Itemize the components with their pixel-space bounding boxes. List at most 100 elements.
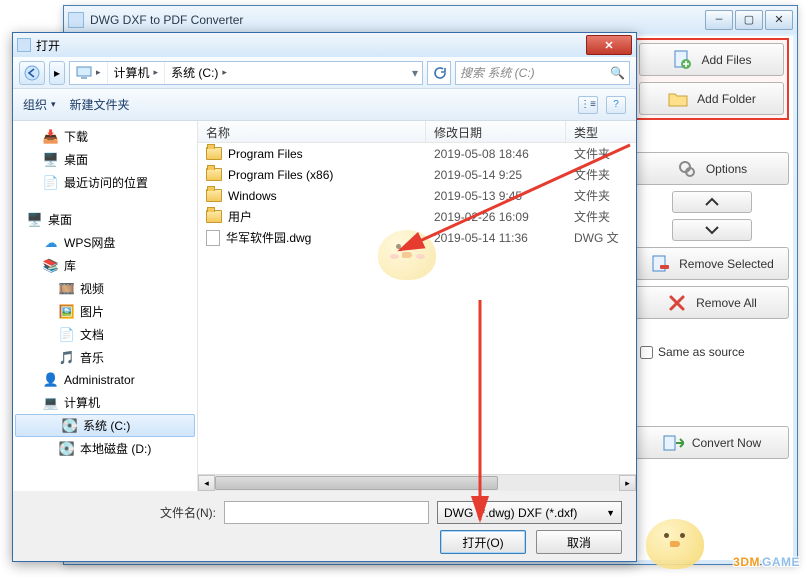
- recent-icon: 📄: [43, 175, 59, 191]
- watermark-logo: 3DMGAME: [733, 555, 800, 569]
- tree-desktop-root[interactable]: 🖥️桌面: [13, 208, 197, 231]
- view-mode-button[interactable]: ⋮≡: [578, 96, 598, 114]
- dialog-close-button[interactable]: ✕: [586, 35, 632, 55]
- search-placeholder: 搜索 系统 (C:): [460, 64, 535, 81]
- downloads-icon: 📥: [43, 129, 59, 145]
- remove-all-button[interactable]: Remove All: [634, 286, 789, 319]
- file-date: 2019-05-14 9:25: [426, 168, 566, 182]
- app-titlebar[interactable]: DWG DXF to PDF Converter — ▢ ✕: [64, 6, 797, 34]
- scroll-left-button[interactable]: ◂: [198, 475, 215, 491]
- add-folder-icon: [667, 88, 689, 110]
- desktop-root-icon: 🖥️: [27, 212, 43, 228]
- maximize-button[interactable]: ▢: [735, 10, 763, 30]
- tree-wps[interactable]: ☁WPS网盘: [13, 231, 197, 254]
- close-button[interactable]: ✕: [765, 10, 793, 30]
- file-name: 用户: [228, 208, 252, 225]
- tree-admin[interactable]: 👤Administrator: [13, 369, 197, 391]
- file-area: 名称 修改日期 类型 Program Files 2019-05-08 18:46…: [198, 121, 636, 491]
- new-folder-button[interactable]: 新建文件夹: [70, 96, 130, 113]
- folder-icon: [206, 168, 222, 181]
- tree-pictures[interactable]: 🖼️图片: [13, 300, 197, 323]
- file-name: Windows: [228, 189, 277, 203]
- path-seg-computer[interactable]: 计算机▸: [107, 62, 165, 84]
- library-icon: 📚: [43, 258, 59, 274]
- convert-now-button[interactable]: Convert Now: [634, 426, 789, 459]
- convert-icon: [662, 432, 684, 454]
- filter-value: DWG (*.dwg) DXF (*.dxf): [444, 506, 577, 520]
- file-date: 2019-05-08 18:46: [426, 147, 566, 161]
- same-as-source-label: Same as source: [658, 345, 745, 359]
- file-type: 文件夹: [566, 208, 636, 225]
- col-name[interactable]: 名称: [198, 121, 426, 142]
- documents-icon: 📄: [59, 327, 75, 343]
- nav-forward-button[interactable]: ▸: [49, 61, 65, 85]
- folder-icon: [206, 210, 222, 223]
- remove-all-label: Remove All: [696, 296, 757, 310]
- computer-tree-icon: 💻: [43, 395, 59, 411]
- chevron-down-icon: [704, 224, 720, 236]
- tree-downloads[interactable]: 📥下载: [13, 125, 197, 148]
- tree-computer[interactable]: 💻计算机: [13, 391, 197, 414]
- music-icon: 🎵: [59, 350, 75, 366]
- p[pictures-icon: 🖼️: [59, 304, 75, 320]
- remove-selected-button[interactable]: Remove Selected: [634, 247, 789, 280]
- nav-tree[interactable]: 📥下载 🖥️桌面 📄最近访问的位置 🖥️桌面 ☁WPS网盘 📚库 🎞️视频 🖼️…: [13, 121, 198, 491]
- cancel-button[interactable]: 取消: [536, 530, 622, 554]
- path-computer-icon[interactable]: ▸: [70, 62, 107, 84]
- filename-input[interactable]: [224, 501, 429, 524]
- arrow-left-icon: [24, 65, 40, 81]
- refresh-icon: [432, 66, 446, 80]
- col-date[interactable]: 修改日期: [426, 121, 566, 142]
- search-input[interactable]: 搜索 系统 (C:) 🔍: [455, 61, 630, 85]
- file-date: 2019-05-13 9:45: [426, 189, 566, 203]
- file-row[interactable]: Windows2019-05-13 9:45文件夹: [198, 185, 636, 206]
- scroll-thumb[interactable]: [215, 476, 498, 490]
- move-up-button[interactable]: [672, 191, 752, 213]
- help-button[interactable]: ?: [606, 96, 626, 114]
- file-list-header[interactable]: 名称 修改日期 类型: [198, 121, 636, 143]
- tree-desktop[interactable]: 🖥️桌面: [13, 148, 197, 171]
- tree-music[interactable]: 🎵音乐: [13, 346, 197, 369]
- tree-drive-d[interactable]: 💽本地磁盘 (D:): [13, 437, 197, 460]
- horizontal-scrollbar[interactable]: ◂ ▸: [198, 474, 636, 491]
- tree-library[interactable]: 📚库: [13, 254, 197, 277]
- tree-documents[interactable]: 📄文档: [13, 323, 197, 346]
- move-down-button[interactable]: [672, 219, 752, 241]
- path-dropdown-icon[interactable]: ▾: [408, 66, 422, 80]
- tree-recent[interactable]: 📄最近访问的位置: [13, 171, 197, 194]
- remove-selected-label: Remove Selected: [679, 257, 774, 271]
- file-type: 文件夹: [566, 145, 636, 162]
- nav-back-button[interactable]: [19, 61, 45, 85]
- file-type: 文件夹: [566, 166, 636, 183]
- same-as-source-row[interactable]: Same as source: [634, 345, 789, 359]
- scroll-right-button[interactable]: ▸: [619, 475, 636, 491]
- highlighted-add-group: Add Files Add Folder: [634, 38, 789, 120]
- user-icon: 👤: [43, 372, 59, 388]
- add-files-button[interactable]: Add Files: [639, 43, 784, 76]
- options-button[interactable]: Options: [634, 152, 789, 185]
- gear-icon: [676, 158, 698, 180]
- organize-menu[interactable]: 组织 ▾: [23, 96, 56, 113]
- path-seg-drive[interactable]: 系统 (C:)▸: [164, 62, 233, 84]
- search-icon: 🔍: [610, 66, 625, 80]
- add-folder-button[interactable]: Add Folder: [639, 82, 784, 115]
- chevron-up-icon: [704, 196, 720, 208]
- file-type-filter[interactable]: DWG (*.dwg) DXF (*.dxf) ▼: [437, 501, 622, 524]
- folder-icon: [206, 189, 222, 202]
- folder-icon: [206, 147, 222, 160]
- filter-dropdown-icon: ▼: [606, 508, 615, 518]
- minimize-button[interactable]: —: [705, 10, 733, 30]
- tree-drive-c[interactable]: 💽系统 (C:): [15, 414, 195, 437]
- file-row[interactable]: Program Files (x86)2019-05-14 9:25文件夹: [198, 164, 636, 185]
- file-list[interactable]: Program Files2019-05-08 18:46文件夹Program …: [198, 143, 636, 474]
- open-button[interactable]: 打开(O): [440, 530, 526, 554]
- path-bar[interactable]: ▸ 计算机▸ 系统 (C:)▸ ▾: [69, 61, 423, 85]
- refresh-button[interactable]: [427, 61, 451, 85]
- tree-video[interactable]: 🎞️视频: [13, 277, 197, 300]
- file-row[interactable]: Program Files 2019-05-08 18:46文件夹: [198, 143, 636, 164]
- file-name: Program Files: [228, 147, 303, 161]
- col-type[interactable]: 类型: [566, 121, 636, 142]
- dialog-titlebar[interactable]: 打开 ✕: [13, 33, 636, 57]
- scroll-track[interactable]: [215, 475, 619, 491]
- same-as-source-checkbox[interactable]: [640, 346, 653, 359]
